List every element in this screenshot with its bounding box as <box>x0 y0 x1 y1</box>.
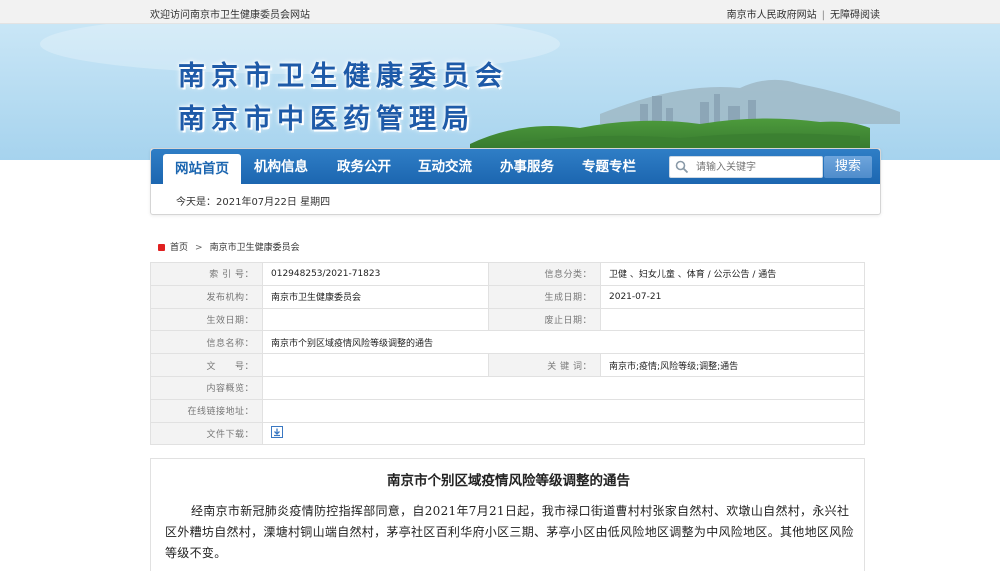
table-row: 文件下载： <box>150 421 865 446</box>
info-name-label: 信息名称： <box>150 330 263 355</box>
table-row: 在线链接地址： <box>150 398 865 423</box>
site-title-line1: 南京市卫生健康委员会 <box>178 61 508 92</box>
breadcrumb: 首页 > 南京市卫生健康委员会 <box>158 240 300 253</box>
keywords-label: 关 键 词： <box>488 353 601 377</box>
expire-date-value <box>600 307 865 332</box>
breadcrumb-home[interactable]: 首页 <box>170 243 188 253</box>
top-links: 南京市人民政府网站 | 无障碍阅读 <box>727 6 880 21</box>
expire-date-label: 废止日期： <box>488 307 601 332</box>
search-icon <box>675 160 689 174</box>
search-input[interactable] <box>696 159 820 176</box>
table-row: 信息名称： 南京市个别区域疫情风险等级调整的通告 <box>150 330 865 355</box>
index-number-value: 012948253/2021-71823 <box>262 262 489 286</box>
article-content: 南京市个别区域疫情风险等级调整的通告 经南京市新冠肺炎疫情防控指挥部同意，自20… <box>150 458 865 571</box>
search-box <box>669 156 823 178</box>
welcome-text: 欢迎访问南京市卫生健康委员会网站 <box>150 10 310 21</box>
table-row: 索 引 号： 012948253/2021-71823 信息分类： 卫健 、妇女… <box>150 262 865 286</box>
nav-item-special-topics[interactable]: 专题专栏 <box>574 149 644 184</box>
header-banner: 南京市卫生健康委员会 南京市中医药管理局 <box>0 24 1000 160</box>
breadcrumb-current[interactable]: 南京市卫生健康委员会 <box>210 243 300 253</box>
document-number-value <box>262 353 489 377</box>
nav-item-institution-info[interactable]: 机构信息 <box>246 149 316 184</box>
home-icon <box>158 244 165 251</box>
nav-item-services[interactable]: 办事服务 <box>492 149 562 184</box>
file-download-label: 文件下载： <box>150 421 263 446</box>
main-navigation-box: 网站首页 机构信息 政务公开 互动交流 办事服务 专题专栏 搜索 今天是：202… <box>150 148 881 215</box>
table-row: 生效日期： 废止日期： <box>150 307 865 332</box>
publisher-label: 发布机构： <box>150 284 263 309</box>
generated-date-label: 生成日期： <box>488 284 601 309</box>
info-category-value: 卫健 、妇女儿童 、体育 / 公示公告 / 通告 <box>600 262 865 286</box>
breadcrumb-arrow: > <box>195 243 203 253</box>
nav-item-home[interactable]: 网站首页 <box>163 154 241 184</box>
top-link-separator: | <box>821 10 825 21</box>
gov-website-link[interactable]: 南京市人民政府网站 <box>727 10 817 21</box>
document-metadata-table: 索 引 号： 012948253/2021-71823 信息分类： 卫健 、妇女… <box>150 262 865 446</box>
content-summary-label: 内容概览： <box>150 375 263 400</box>
table-row: 发布机构： 南京市卫生健康委员会 生成日期： 2021-07-21 <box>150 284 865 309</box>
info-name-value: 南京市个别区域疫情风险等级调整的通告 <box>262 330 865 355</box>
site-title-line2: 南京市中医药管理局 <box>178 104 475 135</box>
document-number-label: 文 号： <box>150 353 263 377</box>
current-date: 今天是：2021年07月22日 星期四 <box>176 197 331 208</box>
search-button[interactable]: 搜索 <box>824 156 872 178</box>
main-nav-bar: 网站首页 机构信息 政务公开 互动交流 办事服务 专题专栏 搜索 <box>151 149 880 184</box>
info-category-label: 信息分类： <box>488 262 601 286</box>
effective-date-label: 生效日期： <box>150 307 263 332</box>
accessible-reading-link[interactable]: 无障碍阅读 <box>830 10 880 21</box>
online-link-label: 在线链接地址： <box>150 398 263 423</box>
table-row: 内容概览： <box>150 375 865 400</box>
generated-date-value: 2021-07-21 <box>600 284 865 309</box>
file-download-value <box>262 421 865 446</box>
publisher-value: 南京市卫生健康委员会 <box>262 284 489 309</box>
article-title: 南京市个别区域疫情风险等级调整的通告 <box>387 473 630 489</box>
top-bar: 欢迎访问南京市卫生健康委员会网站 南京市人民政府网站 | 无障碍阅读 <box>0 0 1000 24</box>
nav-item-government-affairs[interactable]: 政务公开 <box>329 149 399 184</box>
index-number-label: 索 引 号： <box>150 262 263 286</box>
nav-item-interaction[interactable]: 互动交流 <box>410 149 480 184</box>
download-icon[interactable] <box>271 425 283 441</box>
article-body: 经南京市新冠肺炎疫情防控指挥部同意，自2021年7月21日起，我市禄口街道曹村村… <box>165 504 854 560</box>
content-summary-value <box>262 375 865 400</box>
effective-date-value <box>262 307 489 332</box>
table-row: 文 号： 关 键 词： 南京市;疫情;风险等级;调整;通告 <box>150 353 865 377</box>
keywords-value: 南京市;疫情;风险等级;调整;通告 <box>600 353 865 377</box>
online-link-value <box>262 398 865 423</box>
